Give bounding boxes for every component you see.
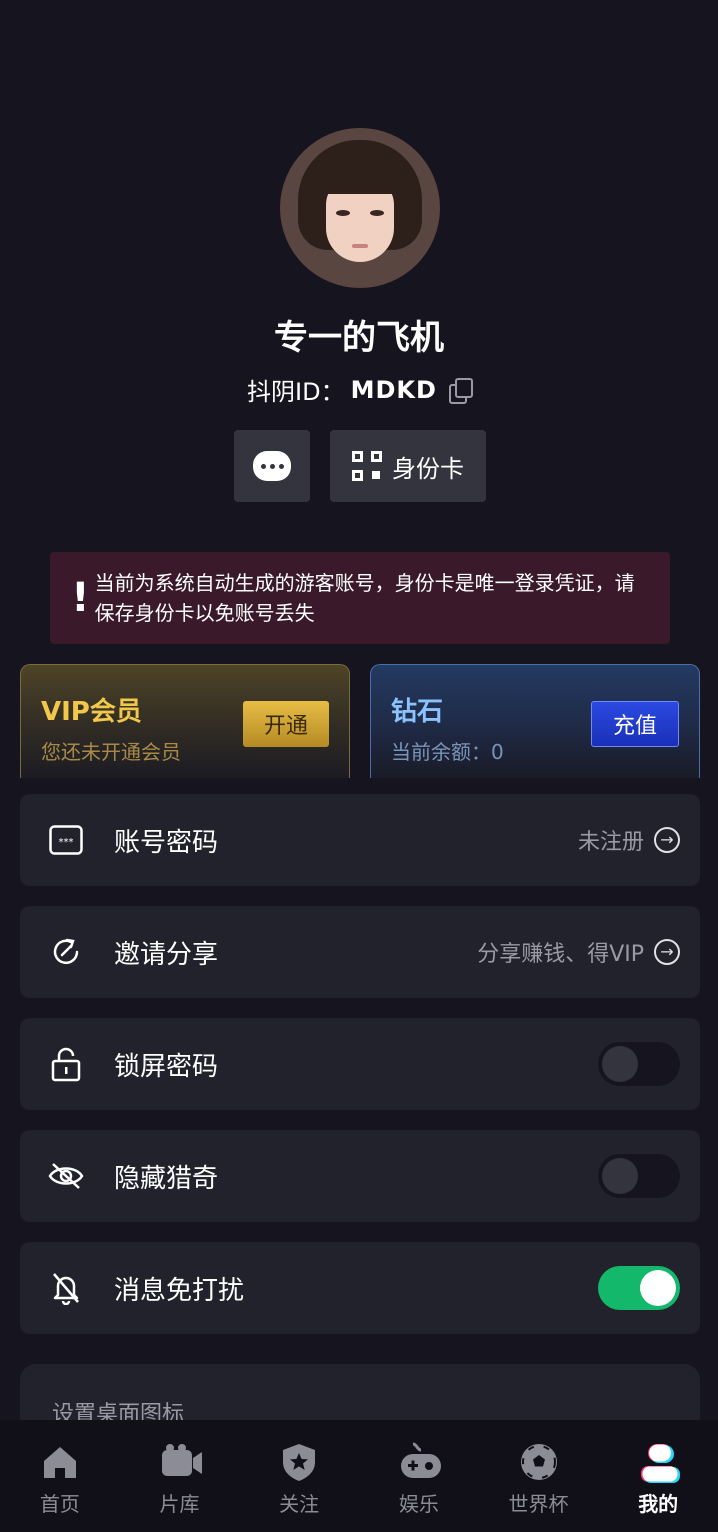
tab-label: 我的 [638,1492,679,1516]
guest-account-notice: ! 当前为系统自动生成的游客账号，身份卡是唯一登录凭证，请保存身份卡以免账号丢失 [50,552,670,644]
menu-label: 隐藏猎奇 [114,1163,219,1194]
nickname: 专一的飞机 [274,318,444,358]
lock-screen-toggle[interactable] [598,1042,680,1086]
menu-row-lock-screen[interactable]: 锁屏密码 [20,1018,700,1110]
menu-status: 分享赚钱、得VIP [477,942,644,967]
diamond-card[interactable]: 钻石 当前余额：0 充值 [370,664,700,778]
eye-off-icon [48,1158,84,1194]
svg-text:***: *** [59,837,74,848]
menu-row-account-password[interactable]: *** 账号密码 未注册 → [20,794,700,886]
user-id-value: MDKD [350,375,437,404]
bell-off-icon [48,1270,84,1306]
qr-code-icon [352,451,382,481]
arrow-right-icon: → [654,939,680,965]
tab-world-cup[interactable]: 世界杯 [479,1420,599,1532]
chat-icon [253,451,291,481]
menu-status: 未注册 [577,830,644,855]
lock-icon [48,1046,84,1082]
video-icon [160,1442,202,1482]
user-id-label: 抖阴ID： [247,378,345,406]
arrow-right-icon: → [654,827,680,853]
tab-label: 娱乐 [398,1492,439,1516]
password-icon: *** [48,822,84,858]
tab-library[interactable]: 片库 [120,1420,240,1532]
menu-row-do-not-disturb[interactable]: 消息免打扰 [20,1242,700,1334]
menu-label: 邀请分享 [114,939,219,970]
tab-label: 片库 [159,1492,200,1516]
tab-home[interactable]: 首页 [0,1420,120,1532]
id-card-label: 身份卡 [392,454,464,483]
message-button[interactable] [234,430,310,502]
warning-icon: ! [71,575,90,621]
menu-label: 锁屏密码 [114,1051,219,1082]
tab-label: 关注 [279,1492,320,1516]
tab-follow[interactable]: 关注 [239,1420,359,1532]
home-icon [40,1442,80,1482]
tab-mine[interactable]: 我的 [598,1420,718,1532]
star-shield-icon [279,1442,319,1482]
gamepad-icon [399,1442,441,1482]
share-icon [48,934,84,970]
tab-label: 世界杯 [508,1492,569,1516]
menu-label: 消息免打扰 [114,1275,245,1306]
do-not-disturb-toggle[interactable] [598,1266,680,1310]
tab-entertainment[interactable]: 娱乐 [359,1420,479,1532]
menu-label: 账号密码 [114,827,219,858]
recharge-button[interactable]: 充值 [591,701,679,747]
menu-row-invite-share[interactable]: 邀请分享 分享赚钱、得VIP → [20,906,700,998]
soccer-ball-icon [519,1442,559,1482]
id-card-button[interactable]: 身份卡 [330,430,486,502]
notice-text: 当前为系统自动生成的游客账号，身份卡是唯一登录凭证，请保存身份卡以免账号丢失 [94,571,635,625]
menu-row-hide-content[interactable]: 隐藏猎奇 [20,1130,700,1222]
avatar[interactable] [280,128,440,288]
copy-icon[interactable] [448,377,473,404]
vip-open-button[interactable]: 开通 [243,701,329,747]
user-id-row: 抖阴ID： MDKD [0,372,718,407]
hide-content-toggle[interactable] [598,1154,680,1198]
bottom-tab-bar: 首页 片库 关注 娱乐 世界杯 我的 [0,1420,718,1532]
profile-icon [638,1442,681,1483]
vip-card[interactable]: VIP会员 您还未开通会员 开通 [20,664,350,778]
tab-label: 首页 [39,1492,80,1516]
